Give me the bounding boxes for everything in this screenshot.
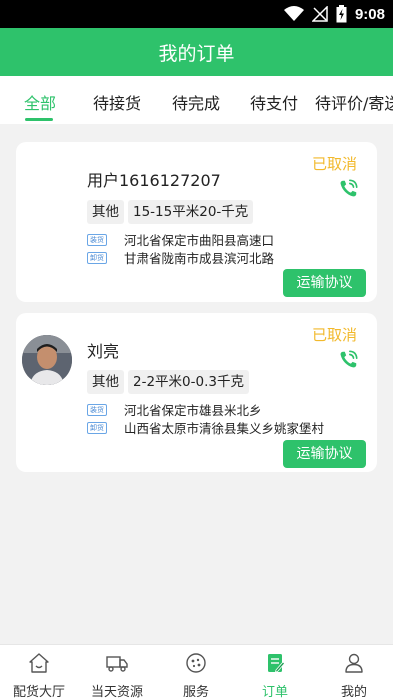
order-user-name: 用户1616127207 bbox=[87, 171, 221, 190]
bottom-nav: 配货大厅 当天资源 服务 订单 我的 bbox=[0, 644, 393, 700]
cargo-tags: 其他 2-2平米0-0.3千克 bbox=[87, 370, 249, 394]
dropoff-badge: 卸货 bbox=[87, 251, 107, 264]
nav-label: 订单 bbox=[261, 685, 288, 700]
order-status: 已取消 bbox=[311, 326, 357, 344]
tab-pending-pickup[interactable]: 待接货 bbox=[93, 90, 141, 114]
order-user-name: 刘亮 bbox=[87, 342, 120, 361]
order-tabs: 全部 待接货 待完成 待支付 待评价/寄送 bbox=[0, 76, 393, 124]
tab-pending-payment[interactable]: 待支付 bbox=[250, 90, 298, 114]
nav-label: 服务 bbox=[182, 685, 209, 700]
tab-pending-complete[interactable]: 待完成 bbox=[172, 90, 220, 114]
order-status: 已取消 bbox=[311, 155, 357, 173]
wifi-icon bbox=[283, 6, 304, 21]
cargo-spec-tag: 2-2平米0-0.3千克 bbox=[128, 370, 249, 394]
cargo-type-tag: 其他 bbox=[87, 370, 124, 394]
status-time: 9:08 bbox=[354, 5, 385, 23]
dropoff-address: 山西省太原市清徐县集义乡姚家堡村 bbox=[124, 421, 325, 436]
nav-item-service[interactable]: 服务 bbox=[157, 645, 235, 700]
dropoff-address-row: 卸货 山西省太原市清徐县集义乡姚家堡村 bbox=[87, 418, 324, 437]
order-card[interactable]: 用户1616127207 已取消 其他 15-15平米20-千克 装货 河北省保… bbox=[16, 142, 377, 302]
transport-agreement-button[interactable]: 运输协议 bbox=[283, 269, 366, 297]
order-card[interactable]: 刘亮 已取消 其他 2-2平米0-0.3千克 装货 河北省保定市雄县米北乡 卸货… bbox=[16, 313, 377, 472]
avatar bbox=[22, 335, 72, 385]
phone-icon[interactable] bbox=[337, 178, 359, 200]
dropoff-badge: 卸货 bbox=[87, 421, 107, 434]
app-header: 我的订单 bbox=[0, 28, 393, 76]
tab-all[interactable]: 全部 bbox=[24, 90, 56, 114]
order-icon bbox=[268, 654, 286, 673]
truck-icon bbox=[106, 656, 128, 672]
no-signal-icon bbox=[311, 6, 328, 22]
user-icon bbox=[345, 653, 363, 673]
pickup-address: 河北省保定市雄县米北乡 bbox=[124, 403, 262, 418]
nav-label: 当天资源 bbox=[90, 685, 143, 700]
avatar-image bbox=[22, 335, 72, 385]
status-bar: 9:08 bbox=[0, 0, 393, 28]
pickup-address-row: 装货 河北省保定市雄县米北乡 bbox=[87, 400, 262, 419]
dropoff-address-row: 卸货 甘肃省陇南市成县滨河北路 bbox=[87, 248, 274, 267]
nav-item-orders[interactable]: 订单 bbox=[236, 645, 314, 700]
nav-label: 我的 bbox=[340, 685, 367, 700]
pickup-address-row: 装货 河北省保定市曲阳县高速口 bbox=[87, 230, 274, 249]
pickup-address: 河北省保定市曲阳县高速口 bbox=[124, 233, 275, 248]
transport-agreement-button[interactable]: 运输协议 bbox=[283, 440, 366, 468]
nav-item-home[interactable]: 配货大厅 bbox=[0, 645, 78, 700]
pickup-badge: 装货 bbox=[87, 233, 107, 246]
nav-label: 配货大厅 bbox=[12, 685, 65, 700]
tab-pending-review[interactable]: 待评价/寄送 bbox=[315, 90, 393, 114]
cargo-tags: 其他 15-15平米20-千克 bbox=[87, 200, 254, 224]
service-icon bbox=[186, 653, 206, 673]
battery-icon bbox=[336, 5, 347, 23]
phone-icon[interactable] bbox=[337, 349, 359, 371]
page-title: 我的订单 bbox=[158, 42, 235, 65]
tab-active-indicator bbox=[25, 118, 53, 121]
cargo-type-tag: 其他 bbox=[87, 200, 124, 224]
home-icon bbox=[29, 653, 49, 673]
cargo-spec-tag: 15-15平米20-千克 bbox=[128, 200, 254, 224]
pickup-badge: 装货 bbox=[87, 403, 107, 416]
dropoff-address: 甘肃省陇南市成县滨河北路 bbox=[124, 251, 275, 266]
nav-item-me[interactable]: 我的 bbox=[315, 645, 393, 700]
nav-item-resources[interactable]: 当天资源 bbox=[78, 645, 156, 700]
